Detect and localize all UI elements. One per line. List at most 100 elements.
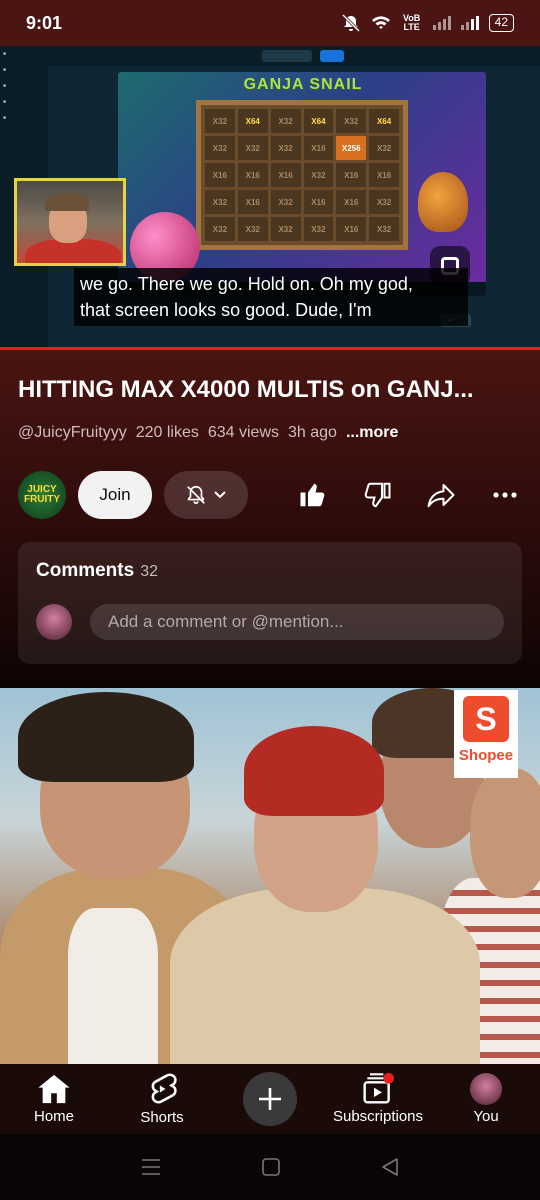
video-player[interactable]: ■ ■ ■ ■ ■ GANJA SNAIL X32 X64 X32 X64 X32 X64… <box>0 46 540 350</box>
shopee-logo[interactable]: S Shopee <box>454 690 518 778</box>
volte-indicator: VoB LTE <box>402 13 421 32</box>
game-cell: X64 <box>369 109 399 133</box>
game-cell: X32 <box>270 190 301 214</box>
game-cell: X256 <box>336 136 367 160</box>
comment-input[interactable] <box>90 604 504 640</box>
status-time: 9:01 <box>26 12 63 33</box>
game-cell: X32 <box>369 217 399 241</box>
more-link[interactable]: ...more <box>346 424 398 442</box>
ad-person-4-face <box>470 768 540 898</box>
back-icon[interactable] <box>380 1157 400 1177</box>
bell-off-icon <box>187 485 205 505</box>
create-button[interactable] <box>243 1072 297 1126</box>
battery-indicator: 42 <box>488 14 514 32</box>
nav-home-label: Home <box>33 1108 74 1125</box>
stream-sidebar-item: ■ <box>3 99 7 105</box>
channel-avatar[interactable]: JUICY FRUITY <box>18 471 66 519</box>
game-cell: X32 <box>369 190 399 214</box>
game-grid: X32 X64 X32 X64 X32 X64 X32 X32 X32 X16 X256 X32 X16… <box>196 100 408 250</box>
wifi-icon <box>371 16 390 29</box>
shopee-wordmark: Shopee <box>458 747 514 764</box>
streamer-webcam <box>14 178 126 266</box>
comments-heading: Comments 32 <box>36 560 158 582</box>
signal-icon-2 <box>460 16 479 30</box>
comments-panel[interactable]: Comments 32 <box>18 542 522 664</box>
stream-wallet-pill <box>320 50 344 62</box>
video-info-panel: HITTING MAX X4000 MULTIS on GANJ... @Jui… <box>0 350 540 688</box>
plus-icon <box>259 1088 281 1110</box>
ad-person-1-shirt <box>68 908 158 1064</box>
game-cell: X32 <box>369 136 399 160</box>
game-cell: X64 <box>303 109 334 133</box>
nav-you-label: You <box>473 1108 499 1125</box>
notification-settings-button[interactable] <box>164 471 248 519</box>
streamer-cap <box>45 193 89 211</box>
action-row: JUICY FRUITY Join <box>18 470 524 520</box>
action-icons <box>296 478 524 512</box>
game-cell: X32 <box>270 136 301 160</box>
nav-you[interactable]: You <box>436 1073 536 1125</box>
nav-create[interactable] <box>220 1072 320 1126</box>
game-cell: X16 <box>270 163 301 187</box>
channel-handle[interactable]: @JuicyFruityyy <box>18 424 127 442</box>
like-count: 220 likes <box>135 424 199 441</box>
mute-bell-icon <box>341 14 360 32</box>
caption-line-1: we go. There we go. Hold on. Oh my god, <box>80 274 413 294</box>
game-cell: X16 <box>237 163 268 187</box>
game-cell: X64 <box>237 109 268 133</box>
game-cell: X16 <box>205 163 235 187</box>
shopee-bag-icon: S <box>463 696 509 742</box>
stream-sidebar-item: ■ <box>3 51 7 57</box>
video-title[interactable]: HITTING MAX X4000 MULTIS on GANJ... <box>18 376 524 404</box>
game-cell: X16 <box>369 163 399 187</box>
status-bar: 9:01 VoB LTE 42 <box>0 0 540 46</box>
like-icon[interactable] <box>296 478 330 512</box>
ad-person-1-hair <box>18 692 194 782</box>
stream-sidebar-item: ■ <box>3 83 7 89</box>
nav-shorts[interactable]: Shorts <box>112 1072 212 1126</box>
game-title: GANJA SNAIL <box>243 76 363 93</box>
caption-line-2: that screen looks so good. Dude, I'm <box>80 300 372 320</box>
game-cell: X32 <box>303 163 334 187</box>
subscriptions-icon <box>363 1073 394 1104</box>
game-cell: X32 <box>336 109 367 133</box>
nav-subscriptions-label: Subscriptions <box>332 1108 424 1125</box>
game-cell: X16 <box>303 136 334 160</box>
video-caption: we go. There we go. Hold on. Oh my god, … <box>74 268 468 326</box>
recents-icon[interactable] <box>140 1157 162 1177</box>
streamer-shirt <box>25 239 121 263</box>
game-cell: X32 <box>237 217 268 241</box>
stream-balance-pill <box>262 50 312 62</box>
game-cell: X32 <box>270 217 301 241</box>
game-cell: X16 <box>237 190 268 214</box>
snail-character <box>418 172 468 232</box>
game-cell: X32 <box>205 136 235 160</box>
video-meta[interactable]: @JuicyFruityyy 220 likes 634 views 3h ag… <box>18 424 398 442</box>
signal-icon <box>432 16 451 30</box>
game-cell: X32 <box>205 190 235 214</box>
more-options-icon[interactable] <box>488 478 522 512</box>
status-icons: VoB LTE 42 <box>341 14 514 32</box>
game-cell: X32 <box>205 217 235 241</box>
nav-home[interactable]: Home <box>4 1073 104 1125</box>
share-icon[interactable] <box>424 478 458 512</box>
chevron-down-icon <box>214 491 226 499</box>
comments-count: 32 <box>140 563 158 580</box>
dislike-icon[interactable] <box>360 478 394 512</box>
stream-topbar <box>48 46 540 66</box>
game-cell: X16 <box>336 163 367 187</box>
join-button[interactable]: Join <box>78 471 152 519</box>
shorts-icon <box>151 1073 177 1104</box>
comments-label: Comments <box>36 560 135 581</box>
you-avatar <box>470 1073 502 1105</box>
home-icon <box>38 1074 70 1104</box>
game-cell: X16 <box>336 217 367 241</box>
game-cell: X16 <box>336 190 367 214</box>
user-avatar <box>36 604 72 640</box>
nav-subscriptions[interactable]: Subscriptions <box>328 1073 428 1125</box>
game-cell: X32 <box>205 109 235 133</box>
game-cell: X16 <box>303 190 334 214</box>
view-count: 634 views <box>207 424 280 441</box>
home-square-icon[interactable] <box>261 1157 281 1177</box>
ad-banner[interactable]: S Shopee <box>0 688 540 1064</box>
